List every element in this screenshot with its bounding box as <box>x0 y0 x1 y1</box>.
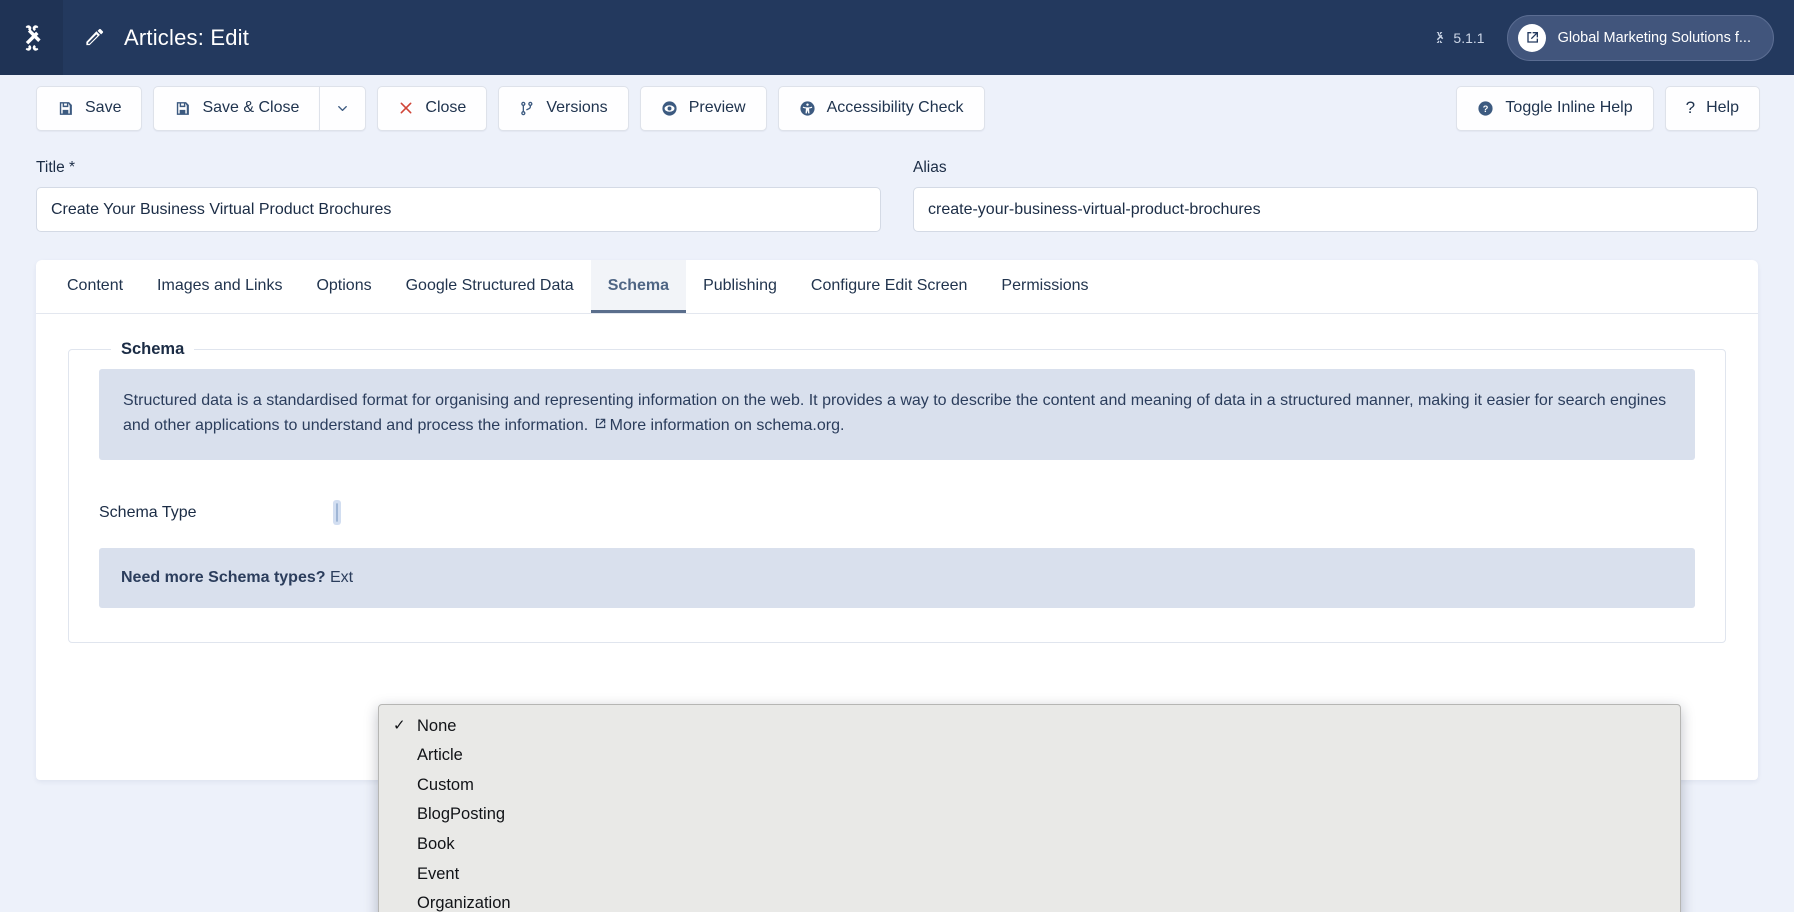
tab-options[interactable]: Options <box>299 260 388 313</box>
dropdown-option-label: Event <box>417 864 460 883</box>
page-heading: Articles: Edit <box>63 25 249 51</box>
save-button-label: Save <box>85 99 122 116</box>
schema-type-select[interactable] <box>336 502 338 522</box>
svg-text:?: ? <box>1483 103 1489 113</box>
dropdown-option-organization[interactable]: Organization <box>379 889 1680 912</box>
alias-label: Alias <box>913 159 947 176</box>
dropdown-option-custom[interactable]: Custom <box>379 770 1680 800</box>
header-right-group: 5.1.1 Global Marketing Solutions f... <box>1433 14 1794 61</box>
joomla-mark-icon <box>1437 31 1444 44</box>
eye-icon <box>662 100 677 116</box>
tab-schema[interactable]: Schema <box>590 260 687 313</box>
accessibility-check-label: Accessibility Check <box>826 99 964 116</box>
toggle-inline-help-label: Toggle Inline Help <box>1505 99 1633 116</box>
close-button[interactable]: Close <box>377 85 488 131</box>
versions-button-label: Versions <box>546 99 608 116</box>
pencil-icon <box>86 28 104 46</box>
code-branch-icon <box>521 101 533 115</box>
title-alias-row: Title * Alias <box>36 141 1758 232</box>
site-name-label: Global Marketing Solutions f... <box>1557 29 1751 46</box>
schema-org-link[interactable]: More information on schema.org. <box>593 416 845 434</box>
dropdown-option-book[interactable]: Book <box>379 829 1680 859</box>
content-area: Title * Alias Content Images and Links O… <box>0 141 1794 912</box>
chevron-down-icon <box>338 105 348 111</box>
dropdown-option-none[interactable]: ✓ None <box>379 711 1680 741</box>
preview-button-label: Preview <box>688 99 746 116</box>
preview-button[interactable]: Preview <box>639 85 767 131</box>
schema-tab-panel: Schema Structured data is a standardised… <box>36 314 1758 683</box>
schema-type-row: Schema Type <box>99 502 1695 522</box>
save-options-dropdown-button[interactable] <box>319 85 367 131</box>
joomla-logo-button[interactable] <box>0 0 63 75</box>
dropdown-option-label: Organization <box>417 894 511 912</box>
edit-tabs: Content Images and Links Options Google … <box>36 260 1758 314</box>
dropdown-option-label: Book <box>417 834 455 853</box>
versions-button[interactable]: Versions <box>498 85 629 131</box>
dropdown-option-article[interactable]: Article <box>379 741 1680 771</box>
joomla-version: 5.1.1 <box>1433 29 1485 46</box>
question-circle-icon: ? <box>1478 100 1494 116</box>
dropdown-option-blogposting[interactable]: BlogPosting <box>379 800 1680 830</box>
tab-images-and-links[interactable]: Images and Links <box>140 260 299 313</box>
visit-site-button[interactable]: Global Marketing Solutions f... <box>1506 14 1774 61</box>
save-and-close-button[interactable]: Save & Close <box>153 85 320 131</box>
save-and-close-label: Save & Close <box>202 99 300 116</box>
dropdown-option-label: None <box>417 716 457 735</box>
more-schema-types-heading: Need more Schema types? <box>121 568 326 586</box>
floppy-disk-icon <box>177 101 190 115</box>
save-button[interactable]: Save <box>36 85 143 131</box>
dropdown-option-label: Article <box>417 746 463 765</box>
editor-toolbar: Save Save & Close Close Versions Preview… <box>0 75 1794 141</box>
title-label: Title * <box>36 159 76 176</box>
page-title: Articles: Edit <box>124 24 250 50</box>
alias-field-group: Alias <box>913 159 1758 232</box>
external-link-icon <box>1517 23 1546 52</box>
tab-permissions[interactable]: Permissions <box>984 260 1105 313</box>
check-icon: ✓ <box>393 717 406 735</box>
dropdown-option-event[interactable]: Event <box>379 859 1680 889</box>
floppy-disk-icon <box>59 101 72 115</box>
external-link-icon <box>593 415 607 440</box>
title-input[interactable] <box>36 187 881 232</box>
tab-google-structured-data[interactable]: Google Structured Data <box>389 260 591 313</box>
more-schema-types-note: Need more Schema types? Ext <box>99 547 1695 608</box>
more-schema-types-text: Ext <box>329 568 354 586</box>
save-and-close-group: Save & Close <box>153 85 367 131</box>
schema-type-label: Schema Type <box>99 503 197 521</box>
schema-info-alert: Structured data is a standardised format… <box>99 369 1695 460</box>
title-field-group: Title * <box>36 159 881 232</box>
app-header: Articles: Edit 5.1.1 Global Marketing So… <box>0 0 1794 75</box>
dropdown-option-label: Custom <box>417 775 474 794</box>
x-icon <box>400 102 412 114</box>
toggle-inline-help-button[interactable]: ? Toggle Inline Help <box>1456 85 1654 131</box>
question-mark-icon: ? <box>1685 98 1696 117</box>
help-button-label: Help <box>1706 99 1739 116</box>
alias-input[interactable] <box>913 187 1758 232</box>
close-button-label: Close <box>425 99 467 116</box>
edit-card: Content Images and Links Options Google … <box>36 260 1758 780</box>
tab-publishing[interactable]: Publishing <box>686 260 794 313</box>
tab-configure-edit-screen[interactable]: Configure Edit Screen <box>794 260 985 313</box>
dropdown-option-label: BlogPosting <box>417 805 506 824</box>
tab-content[interactable]: Content <box>50 260 140 313</box>
schema-org-link-label: More information on schema.org. <box>609 416 845 434</box>
joomla-logo-icon <box>25 24 41 51</box>
universal-access-icon <box>800 100 815 116</box>
schema-type-select-wrap <box>336 502 1695 522</box>
schema-info-text: Structured data is a standardised format… <box>123 392 1667 434</box>
schema-type-dropdown-popup[interactable]: ✓ None Article Custom BlogPosting Book E… <box>378 704 1681 912</box>
version-label: 5.1.1 <box>1453 29 1485 46</box>
accessibility-check-button[interactable]: Accessibility Check <box>777 85 985 131</box>
help-button[interactable]: ? Help <box>1664 85 1760 131</box>
schema-fieldset: Schema Structured data is a standardised… <box>68 340 1726 643</box>
schema-fieldset-legend: Schema <box>121 340 185 358</box>
